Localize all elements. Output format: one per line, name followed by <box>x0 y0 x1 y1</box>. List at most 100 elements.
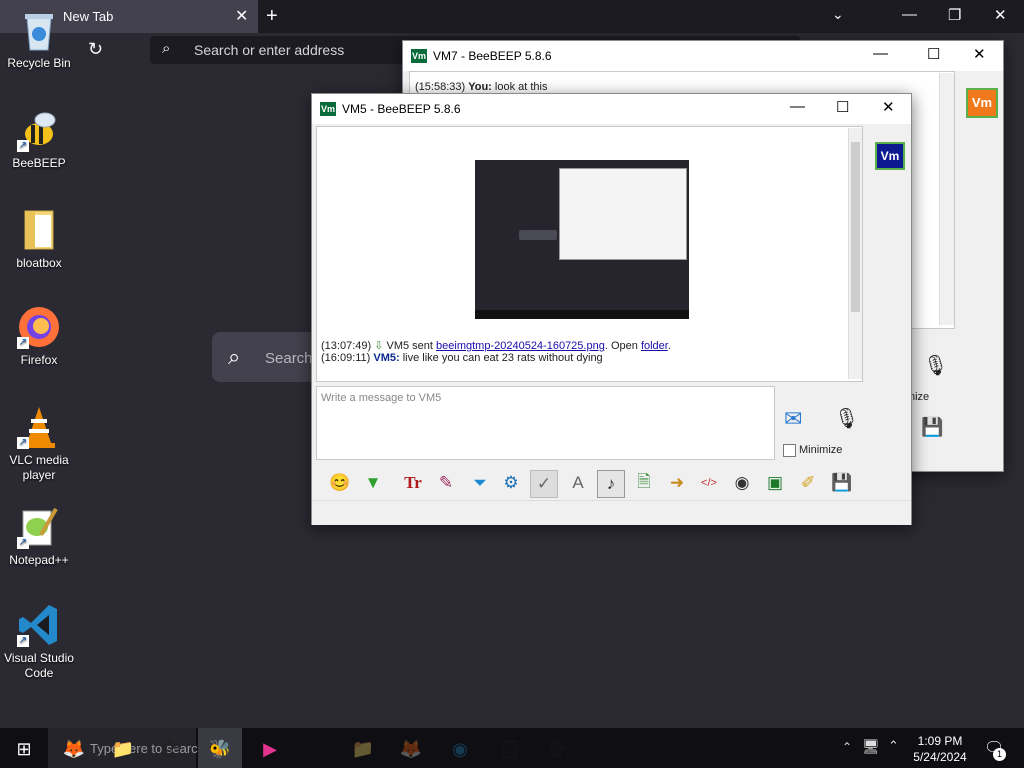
open-folder-link[interactable]: folder <box>641 340 668 352</box>
tray-time: 1:09 PM <box>917 734 963 748</box>
color-picker-icon[interactable]: ✎ <box>433 470 459 496</box>
file-link[interactable]: beeimgtmp-20240524-160725.png <box>436 340 605 352</box>
desktop-icon-bloatbox[interactable]: bloatbox <box>0 208 78 271</box>
reload-icon[interactable]: ↻ <box>88 39 103 60</box>
scrollbar-thumb[interactable] <box>851 142 860 312</box>
firefox-taskbar-icon[interactable]: 🦊 <box>398 736 424 762</box>
tray-chevron-icon[interactable]: ⌃ <box>888 738 899 754</box>
maximize-icon[interactable]: ☐ <box>836 98 849 116</box>
vm5-scrollbar[interactable] <box>848 128 862 379</box>
maximize-icon[interactable]: ☐ <box>927 45 940 63</box>
vlc-cone-icon: ↗ <box>17 405 61 449</box>
desktop-icon-vlc[interactable]: ↗ VLC media player <box>0 405 78 483</box>
screenshot-camera-icon[interactable]: ◉ <box>729 470 755 496</box>
vm7-scrollbar[interactable] <box>939 73 954 325</box>
desktop-icon-vscode[interactable]: ↗ Visual Studio Code <box>0 603 78 681</box>
show-hidden-icons-icon[interactable]: ⌃ <box>842 740 852 754</box>
timestamp: (15:58:33) <box>415 81 466 93</box>
firefox-taskbar-icon[interactable]: 🦊 <box>61 736 87 762</box>
message-text: look at this <box>494 81 548 93</box>
screenshot-taskbar <box>475 310 689 319</box>
avatar-text: Vm <box>880 149 900 163</box>
beebeep-app-icon: Vm <box>320 102 336 116</box>
close-icon[interactable]: ✕ <box>973 45 986 63</box>
tray-clock[interactable]: 1:09 PM 5/24/2024 <box>905 733 975 765</box>
note-icon[interactable]: ♪ <box>597 470 625 498</box>
sender: VM5: <box>373 352 400 364</box>
desktop-icon-label: Firefox <box>20 353 58 367</box>
file-explorer-icon[interactable]: 📁 <box>350 736 376 762</box>
notepad-taskbar-icon[interactable]: 🗒 <box>497 736 523 762</box>
shortcut-arrow-icon: ↗ <box>17 537 29 549</box>
taskbar-search-placeholder: Type here to search <box>90 741 205 756</box>
microphone-icon[interactable]: 🎙 <box>834 406 859 431</box>
close-icon[interactable]: ✕ <box>882 98 895 116</box>
shortcut-arrow-icon: ↗ <box>17 437 29 449</box>
emoticon-icon[interactable]: 😊 <box>327 470 353 496</box>
vm7-window-title: VM7 - BeeBEEP 5.8.6 <box>433 49 552 63</box>
save-icon[interactable]: 💾 <box>921 417 943 438</box>
desktop-icon-recycle-bin[interactable]: Recycle Bin <box>0 8 78 71</box>
new-tab-icon[interactable]: + <box>266 5 278 28</box>
browser-close-icon[interactable]: ✕ <box>994 6 1007 24</box>
desktop-icon-beebeep[interactable]: ↗ BeeBEEP <box>0 108 78 171</box>
store-taskbar-icon[interactable]: 🛍 <box>546 736 572 762</box>
vm7-minimize-label: nize <box>909 391 930 403</box>
edit-note-icon[interactable]: ✐ <box>795 470 821 496</box>
minimize-checkbox-label: Minimize <box>799 444 843 456</box>
minimize-checkbox[interactable] <box>783 444 796 457</box>
close-tab-icon[interactable]: ✕ <box>235 6 248 26</box>
vm5-titlebar[interactable]: Vm VM5 - BeeBEEP 5.8.6 — ☐ ✕ <box>312 94 911 124</box>
file-sent-open: . Open <box>604 340 638 352</box>
shared-screenshot-image[interactable] <box>475 160 689 319</box>
vm5-statusbar <box>312 500 911 525</box>
file-sent-prefix: VM5 sent <box>386 340 433 352</box>
bee-taskbar-icon[interactable]: 🐝 <box>207 736 233 762</box>
vm5-chat-message: (16:09:11) VM5: live like you can eat 23… <box>321 352 603 364</box>
avatar-text: Vm <box>971 95 993 110</box>
desktop-icon-label: BeeBEEP <box>12 156 66 170</box>
filter-icon[interactable]: ⏷ <box>467 470 493 496</box>
file-sent-end: . <box>667 340 671 352</box>
text-format-icon[interactable]: A <box>565 470 591 496</box>
message-text: live like you can eat 23 rats without dy… <box>402 352 603 364</box>
vm7-titlebar[interactable]: Vm VM7 - BeeBEEP 5.8.6 — ☐ ✕ <box>403 41 1003 71</box>
vscode-icon: ↗ <box>17 603 61 647</box>
vm7-user-avatar[interactable]: Vm <box>966 88 998 118</box>
minimize-icon[interactable]: — <box>873 45 888 62</box>
shortcut-arrow-icon: ↗ <box>17 635 29 647</box>
desktop-icon-firefox[interactable]: ↗ Firefox <box>0 305 78 368</box>
desktop-icon-notepadpp[interactable]: ↗ Notepad++ <box>0 505 78 568</box>
desktop-icon-label: Visual Studio Code <box>4 651 74 680</box>
microsoft-store-icon[interactable]: 🛍 <box>158 736 184 762</box>
send-message-icon[interactable]: ✉ <box>784 406 802 432</box>
terminal-icon[interactable]: ▣ <box>762 470 788 496</box>
file-explorer-icon[interactable]: 📁 <box>110 736 136 762</box>
settings-gear-icon[interactable]: ⚙ <box>498 470 524 496</box>
vm5-chat-window[interactable]: Vm VM5 - BeeBEEP 5.8.6 — ☐ ✕ (13:07:49) … <box>311 93 912 525</box>
screenshot-search-box <box>519 230 557 240</box>
list-tabs-chevron-icon[interactable]: ⌄ <box>832 6 844 23</box>
sender: You: <box>468 81 492 93</box>
html-code-icon[interactable]: </> <box>696 470 722 496</box>
media-player-taskbar-icon[interactable]: ▶ <box>257 736 283 762</box>
edge-icon[interactable]: ◉ <box>447 736 473 762</box>
browser-restore-icon[interactable]: ❐ <box>948 6 961 24</box>
save-chat-icon[interactable]: 💾 <box>829 470 855 496</box>
windows-start-icon[interactable]: ⊞ <box>11 736 37 762</box>
vm7-message: (15:58:33) You: look at this <box>415 81 548 93</box>
browser-minimize-icon[interactable]: — <box>902 6 917 23</box>
folder-icon <box>17 208 61 252</box>
shortcut-arrow-icon: ↗ <box>17 337 29 349</box>
share-arrow-icon[interactable]: ➜ <box>664 470 690 496</box>
font-icon[interactable]: Tr <box>400 470 426 496</box>
spell-check-icon[interactable]: ✓ <box>530 470 558 498</box>
document-icon[interactable]: 🗎 <box>631 470 657 496</box>
newtab-search-placeholder: Search <box>265 350 313 367</box>
microphone-icon[interactable]: 🎙 <box>923 353 948 378</box>
vm5-user-avatar[interactable]: Vm <box>875 142 905 170</box>
send-file-icon[interactable]: ▼ <box>360 470 386 496</box>
address-placeholder: Search or enter address <box>194 42 345 58</box>
minimize-icon[interactable]: — <box>790 98 805 115</box>
network-icon[interactable]: 🖥 <box>862 738 880 755</box>
